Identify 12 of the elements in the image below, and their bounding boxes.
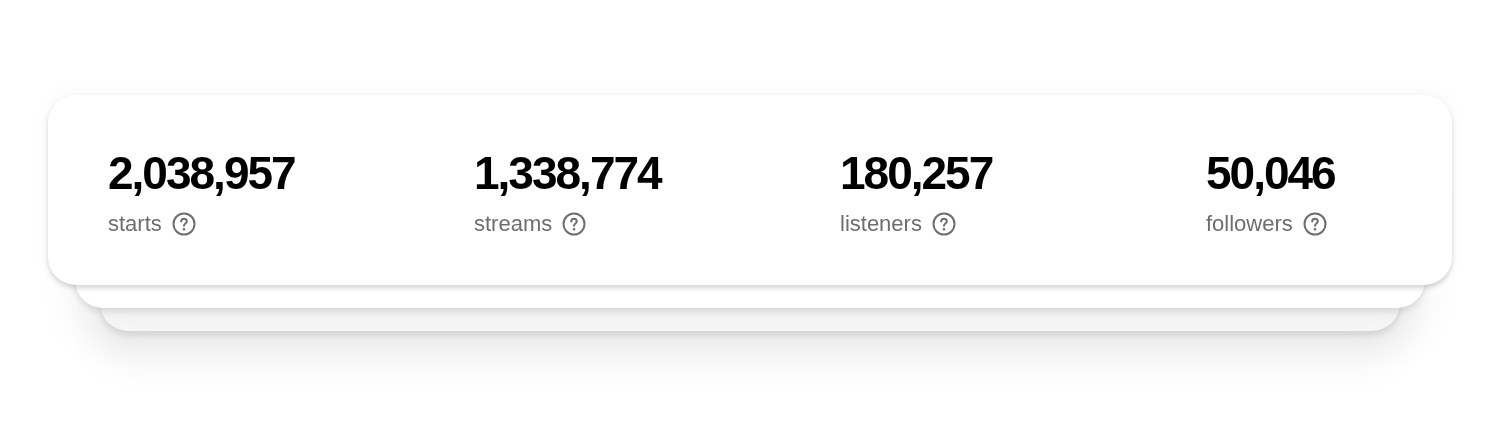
stat-value: 2,038,957 xyxy=(108,147,295,199)
help-icon[interactable] xyxy=(931,212,956,236)
stat-label: starts xyxy=(108,211,162,237)
stat-label: listeners xyxy=(840,211,922,237)
help-icon[interactable] xyxy=(562,212,587,236)
help-icon[interactable] xyxy=(171,212,196,236)
stat-value: 1,338,774 xyxy=(474,147,661,199)
stat-label: streams xyxy=(474,211,553,237)
stat-value: 50,046 xyxy=(1206,147,1335,199)
stat-label: followers xyxy=(1206,211,1293,237)
stat-value: 180,257 xyxy=(840,147,993,199)
help-icon[interactable] xyxy=(1302,212,1327,236)
